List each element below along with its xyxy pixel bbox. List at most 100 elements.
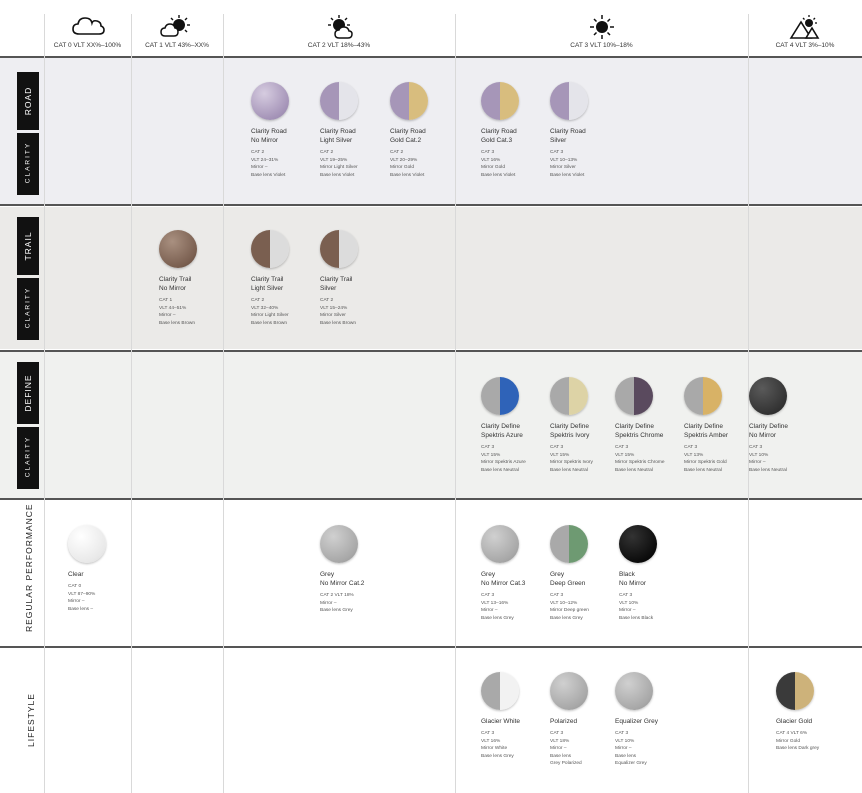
lens-card: Clarity Define Spektris Chrome CAT 3 VLT … (615, 377, 687, 474)
lens-name: Polarized (550, 718, 578, 725)
lens-card: Clarity Road Gold Cat.2 CAT 2 VLT 20–29% … (390, 82, 462, 179)
lens-name: Grey No Mirror Cat.2 (320, 571, 365, 587)
lens-name: Clarity Define Spektris Azure (481, 423, 523, 439)
lens-card: Clarity Road Gold Cat.3 CAT 3 VLT 16% Mir… (481, 82, 553, 179)
lens-card: Clarity Define Spektris Amber CAT 3 VLT 1… (684, 377, 756, 474)
lens-card: Grey Deep Green CAT 3 VLT 10–12% Mirror D… (550, 525, 622, 622)
lens-swatch (481, 525, 519, 563)
section-label-lifestyle: LIFESTYLE (26, 693, 36, 747)
lens-spec: CAT 3 VLT 10–12% Mirror Deep green Base … (550, 593, 589, 621)
lens-name: Equalizer Grey (615, 718, 658, 725)
sun-icon (589, 15, 614, 39)
lens-name: Clarity Trail Light Silver (251, 276, 284, 292)
lens-swatch (550, 82, 588, 120)
lens-name: Clarity Define No Mirror (749, 423, 789, 439)
lens-swatch (320, 230, 358, 268)
lens-spec: CAT 3 VLT 16% Mirror Gold Base lens Viol… (481, 150, 516, 178)
lens-swatch (749, 377, 787, 415)
lens-name: Glacier White (481, 718, 521, 725)
lens-swatch (619, 525, 657, 563)
section-label-trail: TRAIL (23, 231, 33, 261)
lens-swatch (320, 82, 358, 120)
lens-spec: CAT 2 VLT 15–24% Mirror Silver Base lens… (320, 298, 356, 326)
lens-name: Clarity Define Spektris Ivory (550, 423, 590, 439)
lens-name: Clarity Road Gold Cat.2 (390, 128, 426, 144)
section-label-clarity: CLARITY (24, 435, 32, 478)
lens-swatch (481, 82, 519, 120)
lens-spec: CAT 3 VLT 10% Mirror – Base lens Equaliz… (615, 731, 647, 767)
lens-name: Clarity Trail No Mirror (159, 276, 192, 292)
section-divider (0, 204, 862, 206)
lens-swatch (615, 672, 653, 710)
column-header-cat2: CAT 2 VLT 18%–43% (223, 14, 455, 56)
lens-swatch (159, 230, 197, 268)
column-header-cat3: CAT 3 VLT 10%–18% (455, 14, 748, 56)
lens-spec: CAT 3 VLT 13% Mirror Spektris Gold Base … (684, 445, 727, 473)
column-label: CAT 4 VLT 3%–10% (775, 42, 835, 49)
lens-name: Clarity Road Gold Cat.3 (481, 128, 517, 144)
column-header-cat4: CAT 4 VLT 3%–10% (748, 14, 862, 56)
lens-spec: CAT 3 VLT 15% Mirror Spektris Azure Base… (481, 445, 526, 473)
lens-card: Polarized CAT 3 VLT 18% Mirror – Base len… (550, 672, 622, 768)
section-label-regular-performance: REGULAR PERFORMANCE (24, 503, 34, 632)
lens-spec: CAT 2 VLT 20–29% Mirror Gold Base lens V… (390, 150, 425, 178)
section-label-clarity: CLARITY (24, 141, 32, 184)
lens-spec: CAT 3 VLT 10–13% Mirror Silver Base lens… (550, 150, 585, 178)
lens-card: Clarity Trail Light Silver CAT 2 VLT 32–4… (251, 230, 323, 327)
lens-spec: CAT 2 VLT 24–31% Mirror – Base lens Viol… (251, 150, 286, 178)
lens-swatch (615, 377, 653, 415)
lens-card: Equalizer Grey CAT 3 VLT 10% Mirror – Bas… (615, 672, 687, 768)
lens-spec: CAT 0 VLT 87–90% Mirror – Base lens – (68, 584, 96, 612)
lens-swatch (390, 82, 428, 120)
lens-swatch (550, 672, 588, 710)
lens-name: Clarity Trail Silver (320, 276, 353, 292)
lens-card: Clarity Road No Mirror CAT 2 VLT 24–31% M… (251, 82, 323, 179)
lens-name: Clear (68, 571, 84, 578)
column-header-cat0: CAT 0 VLT XX%–100% (44, 14, 131, 56)
lens-card: Clarity Trail Silver CAT 2 VLT 15–24% Mir… (320, 230, 392, 327)
lens-swatch (251, 82, 289, 120)
lens-spec: CAT 3 VLT 15% Mirror Spektris Ivory Base… (550, 445, 593, 473)
lens-spec: CAT 3 VLT 13–16% Mirror – Base lens Grey (481, 593, 514, 621)
lens-card: Clarity Define No Mirror CAT 3 VLT 10% Mi… (749, 377, 821, 474)
lens-swatch (481, 672, 519, 710)
section-divider (0, 350, 862, 352)
lens-swatch (481, 377, 519, 415)
lens-name: Grey Deep Green (550, 571, 586, 587)
lens-name: Clarity Define Spektris Amber (684, 423, 729, 439)
lens-card: Glacier White CAT 3 VLT 16% Mirror White … (481, 672, 553, 760)
lens-spec: CAT 2 VLT 19–25% Mirror Light Silver Bas… (320, 150, 358, 178)
lens-spec: CAT 2 VLT 32–40% Mirror Light Silver Bas… (251, 298, 289, 326)
mountain-sun-icon (789, 15, 820, 39)
cloud-icon (71, 17, 105, 35)
column-divider (44, 14, 45, 793)
lens-spec: CAT 3 VLT 16% Mirror White Base lens Gre… (481, 731, 514, 759)
lens-spec: CAT 1 VLT 44–51% Mirror – Base lens Brow… (159, 298, 195, 326)
section-divider (0, 56, 862, 58)
lens-name: Glacier Gold (776, 718, 813, 725)
lens-swatch (684, 377, 722, 415)
section-divider (0, 498, 862, 500)
lens-swatch (776, 672, 814, 710)
section-divider (0, 646, 862, 648)
section-lifestyle (0, 648, 862, 793)
lens-card: Grey No Mirror Cat.3 CAT 3 VLT 13–16% Mir… (481, 525, 553, 622)
lens-card: Clarity Define Spektris Azure CAT 3 VLT 1… (481, 377, 553, 474)
lens-name: Clarity Road Silver (550, 128, 586, 144)
lens-card: Black No Mirror CAT 3 VLT 10% Mirror – Ba… (619, 525, 691, 622)
sun-cloud-icon (328, 15, 353, 39)
lens-card: Grey No Mirror Cat.2 CAT 2 VLT 18% Mirror… (320, 525, 392, 615)
lens-card: Clarity Road Silver CAT 3 VLT 10–13% Mirr… (550, 82, 622, 179)
section-trail (0, 207, 862, 349)
lens-card: Glacier Gold CAT 4 VLT 6% Mirror Gold Bas… (776, 672, 848, 753)
section-label-road: ROAD (23, 86, 33, 116)
column-header-cat1: CAT 1 VLT 43%–XX% (131, 14, 223, 56)
section-label-define: DEFINE (23, 374, 33, 412)
lens-card: Clarity Trail No Mirror CAT 1 VLT 44–51% … (159, 230, 231, 327)
lens-spec: CAT 3 VLT 18% Mirror – Base lens Grey Po… (550, 731, 582, 767)
lens-spec: CAT 2 VLT 18% Mirror – Base lens Grey (320, 593, 354, 614)
lens-name: Grey No Mirror Cat.3 (481, 571, 526, 587)
column-label: CAT 0 VLT XX%–100% (53, 42, 122, 49)
lens-swatch (251, 230, 289, 268)
lens-spec: CAT 3 VLT 10% Mirror – Base lens Neutral (749, 445, 787, 473)
